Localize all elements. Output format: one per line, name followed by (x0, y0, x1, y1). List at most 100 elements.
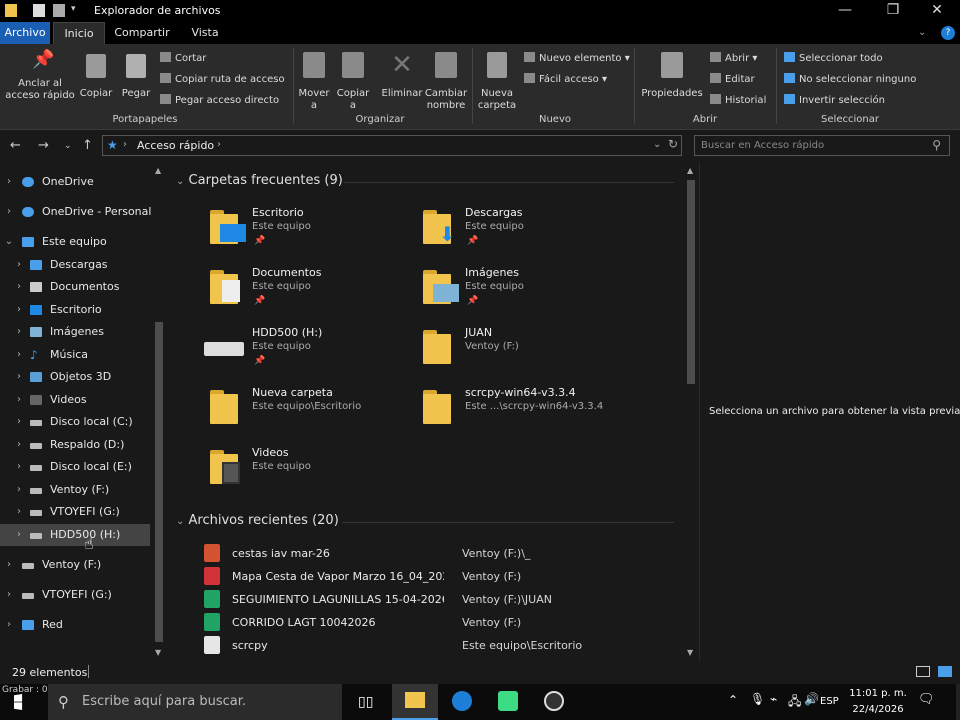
sidebar-item-ventoy-f-root[interactable]: › Ventoy (F:) (0, 554, 150, 576)
expand-chevron-icon[interactable]: › (14, 434, 24, 456)
taskbar-app-explorer[interactable] (392, 684, 438, 720)
recent-file-row[interactable]: cestas iav mar-26 Ventoy (F:)\_ (204, 543, 664, 565)
sidebar-item-ventoy-f[interactable]: › Ventoy (F:) (0, 479, 150, 501)
folder-tile-videos[interactable]: Videos Este equipo (210, 446, 410, 498)
properties-button[interactable]: Propiedades (640, 52, 704, 100)
select-none-button[interactable]: No seleccionar ninguno (784, 73, 916, 85)
search-input[interactable]: Buscar en Acceso rápido ⚲ (694, 135, 950, 156)
sidebar-item-disco-c[interactable]: › Disco local (C:) (0, 411, 150, 433)
expand-chevron-icon[interactable]: › (14, 344, 24, 366)
task-view-icon[interactable]: ▯▯ (358, 694, 373, 710)
expand-chevron-icon[interactable]: › (14, 321, 24, 343)
sidebar-item-vtoyefi-g-root[interactable]: › VTOYEFI (G:) (0, 584, 150, 606)
taskbar-search-input[interactable]: ⚲ Escribe aquí para buscar. (48, 684, 342, 720)
expand-chevron-icon[interactable]: › (14, 276, 24, 298)
details-view-icon[interactable] (916, 666, 930, 677)
recent-file-row[interactable]: scrcpy Este equipo\Escritorio (204, 635, 664, 657)
tab-inicio[interactable]: Inicio (53, 22, 105, 44)
address-dropdown-icon[interactable]: ⌄ (653, 139, 661, 150)
folder-tile-descargas[interactable]: ⬇ Descargas Este equipo 📌 (423, 206, 623, 258)
clock-time[interactable]: 11:01 p. m. (848, 688, 908, 699)
easy-access-button[interactable]: Fácil acceso ▾ (524, 73, 607, 85)
paste-shortcut-button[interactable]: Pegar acceso directo (160, 94, 279, 106)
collapse-chevron-icon[interactable]: ⌄ (176, 176, 184, 187)
folder-tile-nueva-carpeta[interactable]: Nueva carpeta Este equipo\Escritorio (210, 386, 410, 438)
folder-tile-documentos[interactable]: Documentos Este equipo 📌 (210, 266, 410, 318)
sidebar-item-videos[interactable]: › Videos (0, 389, 150, 411)
copy-to-button[interactable]: Copiar a (334, 52, 372, 112)
usb-icon[interactable]: ⌁ (770, 692, 777, 706)
language-indicator[interactable]: ESP (820, 696, 839, 707)
notifications-icon[interactable]: 🗨 (918, 692, 935, 707)
taskbar-app-android[interactable] (486, 684, 530, 720)
scroll-down-icon[interactable]: ▼ (687, 648, 693, 657)
cut-button[interactable]: Cortar (160, 52, 206, 64)
tab-vista[interactable]: Vista (180, 22, 230, 44)
folder-tile-juan[interactable]: JUAN Ventoy (F:) (423, 326, 623, 378)
scroll-up-icon[interactable]: ▲ (155, 166, 161, 175)
rename-button[interactable]: Cambiar nombre (424, 52, 468, 112)
help-icon[interactable]: ? (941, 26, 955, 40)
sidebar-item-imagenes[interactable]: › Imágenes (0, 321, 150, 343)
recent-files-header[interactable]: ⌄ Archivos recientes (20) (176, 513, 339, 528)
expand-chevron-icon[interactable]: › (4, 201, 14, 223)
copy-button[interactable]: Copiar (78, 52, 114, 100)
sidebar-item-respaldo-d[interactable]: › Respaldo (D:) (0, 434, 150, 456)
sidebar-item-onedrive-personal[interactable]: › OneDrive - Personal (0, 201, 151, 223)
windows-start-icon[interactable] (14, 694, 23, 710)
expand-chevron-icon[interactable]: › (14, 254, 24, 276)
folder-tile-hdd500[interactable]: HDD500 (H:) Este equipo 📌 (204, 326, 410, 378)
scroll-down-icon[interactable]: ▼ (155, 648, 161, 657)
qa-dropdown-icon[interactable]: ▾ (71, 4, 79, 17)
breadcrumb-chevron-icon[interactable]: › (217, 139, 221, 150)
open-button[interactable]: Abrir ▾ (710, 52, 757, 64)
forward-arrow-icon[interactable]: → (38, 138, 49, 153)
expand-chevron-icon[interactable]: › (4, 554, 14, 576)
recent-locations-icon[interactable]: ⌄ (64, 141, 72, 151)
properties-qa-icon[interactable] (33, 4, 45, 17)
sidebar-item-red[interactable]: › Red (0, 614, 150, 636)
tiles-view-icon[interactable] (938, 666, 952, 677)
taskbar-app-recorder[interactable] (532, 684, 576, 720)
history-button[interactable]: Historial (710, 94, 766, 106)
up-arrow-icon[interactable]: ↑ (82, 138, 93, 153)
volume-icon[interactable]: 🔊 (804, 692, 819, 706)
refresh-icon[interactable]: ↻ (668, 137, 678, 151)
back-arrow-icon[interactable]: ← (10, 138, 21, 153)
scrollbar-thumb[interactable] (155, 322, 163, 642)
select-all-button[interactable]: Seleccionar todo (784, 52, 883, 64)
sidebar-item-disco-e[interactable]: › Disco local (E:) (0, 456, 150, 478)
network-tray-icon[interactable]: 🖧 (788, 692, 801, 713)
folder-tile-imagenes[interactable]: Imágenes Este equipo 📌 (423, 266, 623, 318)
new-folder-button[interactable]: Nueva carpeta (476, 52, 518, 112)
taskbar-app-browser[interactable] (440, 684, 484, 720)
sidebar-item-documentos[interactable]: › Documentos (0, 276, 150, 298)
close-button[interactable]: ✕ (914, 0, 960, 22)
expand-chevron-icon[interactable]: › (14, 299, 24, 321)
expand-chevron-icon[interactable]: › (14, 501, 24, 523)
folder-qa-icon[interactable] (53, 4, 65, 17)
frequent-folders-header[interactable]: ⌄ Carpetas frecuentes (9) (176, 173, 343, 188)
content-scrollbar[interactable]: ▲ ▼ (684, 162, 698, 660)
expand-chevron-icon[interactable]: › (14, 389, 24, 411)
move-to-button[interactable]: Mover a (296, 52, 332, 112)
sidebar-item-vtoyefi-g[interactable]: › VTOYEFI (G:) (0, 501, 150, 523)
sidebar-item-escritorio[interactable]: › Escritorio (0, 299, 150, 321)
sidebar-item-onedrive[interactable]: › OneDrive (0, 171, 150, 193)
clock-date[interactable]: 22/4/2026 (848, 704, 908, 715)
paste-button[interactable]: Pegar (118, 52, 154, 100)
delete-button[interactable]: ✕ Eliminar (380, 52, 424, 100)
pin-quick-access-button[interactable]: 📌 Anclar al acceso rápido (4, 51, 76, 102)
tab-compartir[interactable]: Compartir (110, 22, 174, 44)
sidebar-item-este-equipo[interactable]: ⌄ Este equipo (0, 231, 150, 253)
sidebar-item-objetos-3d[interactable]: › Objetos 3D (0, 366, 150, 388)
sidebar-item-musica[interactable]: › ♪ Música (0, 344, 150, 366)
expand-chevron-icon[interactable]: › (14, 479, 24, 501)
recent-file-row[interactable]: Mapa Cesta de Vapor Marzo 16_04_2026 J..… (204, 566, 664, 588)
sidebar-item-hdd500-h[interactable]: › HDD500 (H:) (0, 524, 150, 546)
scroll-up-icon[interactable]: ▲ (687, 166, 693, 175)
expand-chevron-icon[interactable]: › (14, 366, 24, 388)
sidebar-item-descargas[interactable]: › Descargas (0, 254, 150, 276)
collapse-chevron-icon[interactable]: ⌄ (4, 231, 14, 253)
edit-button[interactable]: Editar (710, 73, 755, 85)
